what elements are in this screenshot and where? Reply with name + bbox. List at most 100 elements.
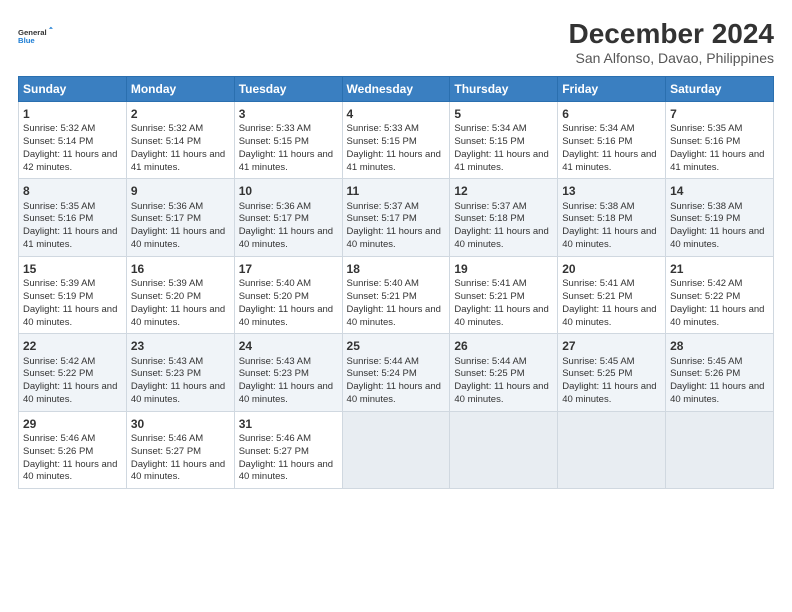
- daylight-text: Daylight: 11 hours and 40 minutes.: [131, 304, 225, 328]
- sunset-text: Sunset: 5:25 PM: [562, 368, 632, 379]
- sunset-text: Sunset: 5:14 PM: [131, 136, 201, 147]
- daylight-text: Daylight: 11 hours and 40 minutes.: [239, 304, 333, 328]
- table-row: 9 Sunrise: 5:36 AM Sunset: 5:17 PM Dayli…: [126, 179, 234, 256]
- day-number: 31: [239, 416, 338, 432]
- table-row: 2 Sunrise: 5:32 AM Sunset: 5:14 PM Dayli…: [126, 102, 234, 179]
- sunrise-text: Sunrise: 5:43 AM: [131, 356, 203, 367]
- col-tuesday: Tuesday: [234, 77, 342, 102]
- daylight-text: Daylight: 11 hours and 41 minutes.: [347, 149, 441, 173]
- daylight-text: Daylight: 11 hours and 40 minutes.: [131, 381, 225, 405]
- table-row: 12 Sunrise: 5:37 AM Sunset: 5:18 PM Dayl…: [450, 179, 558, 256]
- table-row: 13 Sunrise: 5:38 AM Sunset: 5:18 PM Dayl…: [558, 179, 666, 256]
- table-row: 30 Sunrise: 5:46 AM Sunset: 5:27 PM Dayl…: [126, 411, 234, 488]
- sunset-text: Sunset: 5:22 PM: [23, 368, 93, 379]
- day-number: 14: [670, 183, 769, 199]
- table-row: 21 Sunrise: 5:42 AM Sunset: 5:22 PM Dayl…: [666, 256, 774, 333]
- day-number: 29: [23, 416, 122, 432]
- day-number: 4: [347, 106, 446, 122]
- daylight-text: Daylight: 11 hours and 40 minutes.: [454, 381, 548, 405]
- table-row: 3 Sunrise: 5:33 AM Sunset: 5:15 PM Dayli…: [234, 102, 342, 179]
- sunrise-text: Sunrise: 5:42 AM: [670, 278, 742, 289]
- day-number: 10: [239, 183, 338, 199]
- table-row: 31 Sunrise: 5:46 AM Sunset: 5:27 PM Dayl…: [234, 411, 342, 488]
- table-row: 16 Sunrise: 5:39 AM Sunset: 5:20 PM Dayl…: [126, 256, 234, 333]
- day-number: 25: [347, 338, 446, 354]
- day-number: 18: [347, 261, 446, 277]
- sunrise-text: Sunrise: 5:39 AM: [23, 278, 95, 289]
- svg-text:Blue: Blue: [18, 36, 35, 45]
- sunset-text: Sunset: 5:16 PM: [562, 136, 632, 147]
- daylight-text: Daylight: 11 hours and 40 minutes.: [562, 381, 656, 405]
- day-number: 6: [562, 106, 661, 122]
- col-wednesday: Wednesday: [342, 77, 450, 102]
- day-number: 27: [562, 338, 661, 354]
- daylight-text: Daylight: 11 hours and 40 minutes.: [347, 226, 441, 250]
- sunrise-text: Sunrise: 5:46 AM: [131, 433, 203, 444]
- sunrise-text: Sunrise: 5:33 AM: [347, 123, 419, 134]
- day-number: 26: [454, 338, 553, 354]
- daylight-text: Daylight: 11 hours and 40 minutes.: [562, 226, 656, 250]
- day-number: 12: [454, 183, 553, 199]
- sunset-text: Sunset: 5:14 PM: [23, 136, 93, 147]
- sunrise-text: Sunrise: 5:35 AM: [670, 123, 742, 134]
- day-number: 30: [131, 416, 230, 432]
- table-row: 26 Sunrise: 5:44 AM Sunset: 5:25 PM Dayl…: [450, 334, 558, 411]
- sunset-text: Sunset: 5:17 PM: [131, 213, 201, 224]
- col-friday: Friday: [558, 77, 666, 102]
- daylight-text: Daylight: 11 hours and 40 minutes.: [454, 304, 548, 328]
- daylight-text: Daylight: 11 hours and 40 minutes.: [23, 381, 117, 405]
- header: General Blue December 2024 San Alfonso, …: [18, 18, 774, 66]
- table-row: 10 Sunrise: 5:36 AM Sunset: 5:17 PM Dayl…: [234, 179, 342, 256]
- sunrise-text: Sunrise: 5:40 AM: [239, 278, 311, 289]
- table-row: 22 Sunrise: 5:42 AM Sunset: 5:22 PM Dayl…: [19, 334, 127, 411]
- sunrise-text: Sunrise: 5:39 AM: [131, 278, 203, 289]
- sunset-text: Sunset: 5:21 PM: [454, 291, 524, 302]
- sunset-text: Sunset: 5:19 PM: [670, 213, 740, 224]
- table-row: [450, 411, 558, 488]
- sunset-text: Sunset: 5:20 PM: [239, 291, 309, 302]
- table-row: 7 Sunrise: 5:35 AM Sunset: 5:16 PM Dayli…: [666, 102, 774, 179]
- table-row: 29 Sunrise: 5:46 AM Sunset: 5:26 PM Dayl…: [19, 411, 127, 488]
- sunset-text: Sunset: 5:15 PM: [239, 136, 309, 147]
- table-row: 6 Sunrise: 5:34 AM Sunset: 5:16 PM Dayli…: [558, 102, 666, 179]
- sunrise-text: Sunrise: 5:44 AM: [347, 356, 419, 367]
- sunrise-text: Sunrise: 5:37 AM: [454, 201, 526, 212]
- sunset-text: Sunset: 5:18 PM: [562, 213, 632, 224]
- sunset-text: Sunset: 5:26 PM: [670, 368, 740, 379]
- sunset-text: Sunset: 5:15 PM: [454, 136, 524, 147]
- sunrise-text: Sunrise: 5:41 AM: [562, 278, 634, 289]
- day-number: 8: [23, 183, 122, 199]
- table-row: 24 Sunrise: 5:43 AM Sunset: 5:23 PM Dayl…: [234, 334, 342, 411]
- daylight-text: Daylight: 11 hours and 40 minutes.: [347, 381, 441, 405]
- sunrise-text: Sunrise: 5:36 AM: [131, 201, 203, 212]
- sunrise-text: Sunrise: 5:35 AM: [23, 201, 95, 212]
- daylight-text: Daylight: 11 hours and 40 minutes.: [131, 459, 225, 483]
- sunrise-text: Sunrise: 5:45 AM: [670, 356, 742, 367]
- sunrise-text: Sunrise: 5:32 AM: [131, 123, 203, 134]
- day-number: 7: [670, 106, 769, 122]
- header-row: Sunday Monday Tuesday Wednesday Thursday…: [19, 77, 774, 102]
- table-row: 25 Sunrise: 5:44 AM Sunset: 5:24 PM Dayl…: [342, 334, 450, 411]
- sunset-text: Sunset: 5:20 PM: [131, 291, 201, 302]
- logo-svg: General Blue: [18, 18, 54, 54]
- day-number: 28: [670, 338, 769, 354]
- table-row: [558, 411, 666, 488]
- calendar-week-3: 15 Sunrise: 5:39 AM Sunset: 5:19 PM Dayl…: [19, 256, 774, 333]
- daylight-text: Daylight: 11 hours and 41 minutes.: [23, 226, 117, 250]
- table-row: 20 Sunrise: 5:41 AM Sunset: 5:21 PM Dayl…: [558, 256, 666, 333]
- table-row: 8 Sunrise: 5:35 AM Sunset: 5:16 PM Dayli…: [19, 179, 127, 256]
- sunset-text: Sunset: 5:17 PM: [239, 213, 309, 224]
- sunrise-text: Sunrise: 5:42 AM: [23, 356, 95, 367]
- table-row: 19 Sunrise: 5:41 AM Sunset: 5:21 PM Dayl…: [450, 256, 558, 333]
- sunset-text: Sunset: 5:21 PM: [562, 291, 632, 302]
- daylight-text: Daylight: 11 hours and 41 minutes.: [562, 149, 656, 173]
- table-row: 28 Sunrise: 5:45 AM Sunset: 5:26 PM Dayl…: [666, 334, 774, 411]
- daylight-text: Daylight: 11 hours and 40 minutes.: [670, 381, 764, 405]
- table-row: 14 Sunrise: 5:38 AM Sunset: 5:19 PM Dayl…: [666, 179, 774, 256]
- col-sunday: Sunday: [19, 77, 127, 102]
- sunrise-text: Sunrise: 5:44 AM: [454, 356, 526, 367]
- daylight-text: Daylight: 11 hours and 41 minutes.: [454, 149, 548, 173]
- subtitle: San Alfonso, Davao, Philippines: [569, 50, 774, 66]
- table-row: 17 Sunrise: 5:40 AM Sunset: 5:20 PM Dayl…: [234, 256, 342, 333]
- table-row: 27 Sunrise: 5:45 AM Sunset: 5:25 PM Dayl…: [558, 334, 666, 411]
